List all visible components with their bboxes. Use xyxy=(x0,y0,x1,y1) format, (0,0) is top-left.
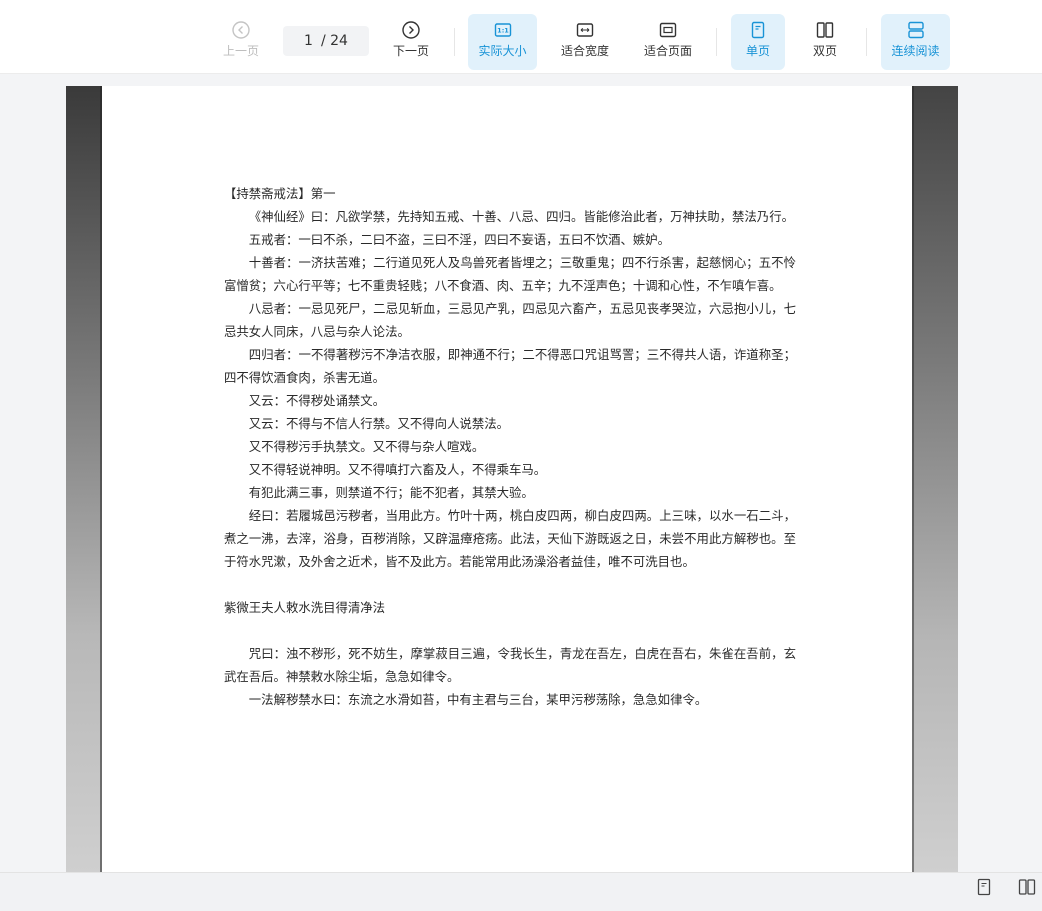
body-paragraph: 有犯此满三事，则禁道不行；能不犯者，其禁大验。 xyxy=(248,485,534,500)
body-paragraph: 经曰：若履城邑污秽者，当用此方。竹叶十两，桃白皮四两，柳白皮四两。上三味，以水一… xyxy=(224,508,796,569)
actual-size-label: 实际大小 xyxy=(478,44,527,58)
page-current-input[interactable]: 1 xyxy=(304,33,313,49)
fit-page-button[interactable]: 适合页面 xyxy=(634,14,702,70)
fit-width-icon xyxy=(576,23,594,37)
body-paragraph: 十善者：一济扶苦难；二行道见死人及鸟兽死者皆埋之；三敬重鬼；四不行杀害，起慈悯心… xyxy=(224,255,796,293)
bottom-status-bar xyxy=(0,872,1042,911)
viewer-toolbar: 上一页 1 / 24 下一页 1:1 实际大小 适合宽度 适合页面 单页 双页 … xyxy=(0,0,1042,74)
body-paragraph: 又不得轻说神明。又不得嗔打六畜及人，不得乘车马。 xyxy=(248,462,547,477)
single-page-label: 单页 xyxy=(745,44,770,58)
page-text-content: 【持禁斋戒法】第一《神仙经》曰：凡欲学禁，先持知五戒、十善、八忌、四归。皆能修治… xyxy=(224,182,796,711)
page-total: / 24 xyxy=(320,33,348,49)
fit-page-icon xyxy=(659,22,677,38)
page-scan-left-edge xyxy=(66,86,102,872)
prev-page-button[interactable]: 上一页 xyxy=(214,14,268,70)
prev-page-label: 上一页 xyxy=(222,44,259,58)
next-page-button[interactable]: 下一页 xyxy=(384,14,438,70)
continuous-reading-label: 连续阅读 xyxy=(891,44,940,58)
double-page-icon xyxy=(816,22,834,38)
fit-width-label: 适合宽度 xyxy=(560,44,609,58)
svg-text:1:1: 1:1 xyxy=(497,27,509,35)
body-paragraph: 五戒者：一曰不杀，二曰不盗，三曰不淫，四曰不妄语，五曰不饮酒、嫉妒。 xyxy=(248,232,671,247)
document-page: 【持禁斋戒法】第一《神仙经》曰：凡欲学禁，先持知五戒、十善、八忌、四归。皆能修治… xyxy=(66,86,958,872)
single-page-button[interactable]: 单页 xyxy=(731,14,785,70)
fit-width-button[interactable]: 适合宽度 xyxy=(551,14,619,70)
toolbar-divider xyxy=(866,28,867,56)
fit-page-label: 适合页面 xyxy=(643,44,692,58)
body-paragraph: 一法解秽禁水曰：东流之水滑如苔，中有主君与三台，某甲污秽荡除，急急如律令。 xyxy=(248,692,708,707)
body-paragraph: 四归者：一不得著秽污不净洁衣服，即神通不行；二不得恶口咒诅骂詈；三不得共人语，诈… xyxy=(224,347,796,385)
body-paragraph: 八忌者：一忌见死尸，二忌见斩血，三忌见产乳，四忌见六畜产，五忌见丧孝哭泣，六忌抱… xyxy=(224,301,796,339)
body-paragraph: 又云：不得与不信人行禁。又不得向人说禁法。 xyxy=(248,416,509,431)
single-page-icon xyxy=(751,21,765,39)
page-scan-right-edge xyxy=(912,86,958,872)
body-paragraph: 《神仙经》曰：凡欲学禁，先持知五戒、十善、八忌、四归。皆能修治此者，万神扶助，禁… xyxy=(248,209,794,224)
section-heading: 【持禁斋戒法】第一 xyxy=(224,186,336,201)
double-page-view-icon[interactable] xyxy=(1018,878,1036,896)
body-paragraph: 咒曰：浊不秽形，死不妨生，摩掌菽目三遍，令我长生，青龙在吾左，白虎在吾右，朱雀在… xyxy=(224,646,796,684)
actual-size-icon: 1:1 xyxy=(494,23,511,37)
actual-size-button[interactable]: 1:1 实际大小 xyxy=(468,14,537,70)
body-paragraph: 又不得秽污手执禁文。又不得与杂人喧戏。 xyxy=(248,439,485,454)
document-viewport[interactable]: 【持禁斋戒法】第一《神仙经》曰：凡欲学禁，先持知五戒、十善、八忌、四归。皆能修治… xyxy=(0,74,1042,872)
double-page-label: 双页 xyxy=(812,44,837,58)
toolbar-divider xyxy=(454,28,455,56)
chevron-left-circle-icon xyxy=(232,21,250,39)
page-number-box[interactable]: 1 / 24 xyxy=(283,26,369,56)
single-page-view-icon[interactable] xyxy=(975,878,993,896)
continuous-reading-button[interactable]: 连续阅读 xyxy=(881,14,950,70)
section-heading: 紫微王夫人敕水洗目得清净法 xyxy=(224,600,386,615)
chevron-right-circle-icon xyxy=(402,21,420,39)
double-page-button[interactable]: 双页 xyxy=(798,14,852,70)
next-page-label: 下一页 xyxy=(392,44,429,58)
body-paragraph: 又云：不得秽处诵禁文。 xyxy=(248,393,386,408)
toolbar-divider xyxy=(716,28,717,56)
continuous-reading-icon xyxy=(907,21,924,39)
